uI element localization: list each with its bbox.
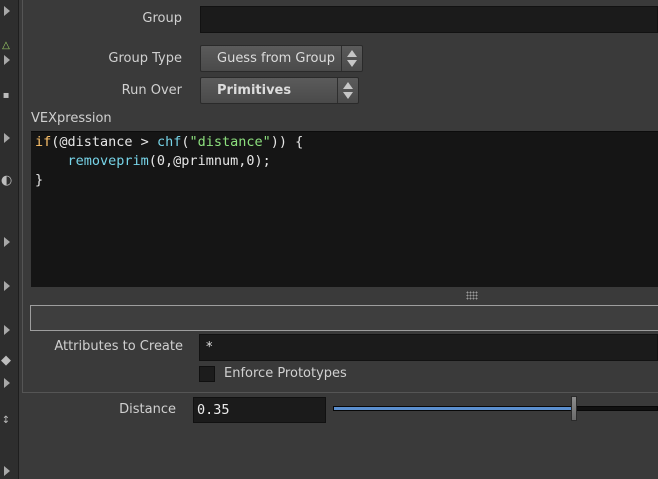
expand-arrow-icon[interactable] [4,55,10,65]
expand-arrow-icon[interactable] [4,325,10,335]
attributes-to-create-field[interactable]: * [199,334,658,361]
group-type-value: Guess from Group [217,51,335,66]
tool-icon[interactable]: ◐ [1,174,12,187]
expand-arrow-icon[interactable] [4,378,10,388]
tool-icon[interactable]: ↕ [1,415,11,427]
distance-slider-fill [334,407,575,410]
distance-slider-handle[interactable] [570,396,577,421]
message-bar [30,305,658,331]
enforce-prototypes-checkbox[interactable] [199,366,215,382]
expand-arrow-icon[interactable] [4,281,10,291]
code-token: (@distance > [51,134,157,150]
code-token: removeprim [67,153,149,169]
updown-arrows-icon [337,78,358,103]
group-field[interactable] [200,6,658,33]
expand-arrow-icon[interactable] [4,133,10,143]
code-token: chf [156,134,182,150]
enforce-prototypes-label: Enforce Prototypes [224,366,347,381]
left-toolbar: △ ▪ ◐ ◆ ↕ [0,0,19,479]
code-line: removeprim(0,@primnum,0); [35,153,271,169]
distance-field[interactable]: 0.35 [193,397,326,423]
group-type-label: Group Type [108,51,182,66]
code-line: } [35,172,43,188]
expand-arrow-icon[interactable] [4,466,10,476]
tool-icon[interactable]: ◆ [1,354,11,367]
run-over-label: Run Over [121,83,182,98]
updown-arrows-icon [341,46,362,71]
attributes-to-create-label: Attributes to Create [54,339,183,354]
tool-icon[interactable]: ▪ [1,90,11,102]
code-token: )) { [270,134,304,150]
vexpression-label: VEXpression [31,111,112,126]
expand-arrow-icon[interactable] [4,6,10,16]
vex-code-editor[interactable]: if(@distance > chf("distance")) { remove… [31,131,658,287]
resize-grip-icon[interactable] [466,291,478,300]
distance-label: Distance [119,402,176,417]
run-over-value: Primitives [217,83,292,98]
code-token: } [35,172,44,188]
expand-arrow-icon[interactable] [4,237,10,247]
run-over-dropdown[interactable]: Primitives [200,77,359,104]
tool-icon[interactable]: △ [1,40,11,52]
code-token: "distance" [189,134,271,150]
group-type-dropdown[interactable]: Guess from Group [200,45,363,72]
distance-slider-track[interactable] [333,406,658,411]
group-label: Group [142,11,182,26]
code-token: (0,@primnum,0); [148,153,271,169]
code-token: if [35,134,52,150]
code-line: if(@distance > chf("distance")) { [35,134,303,150]
